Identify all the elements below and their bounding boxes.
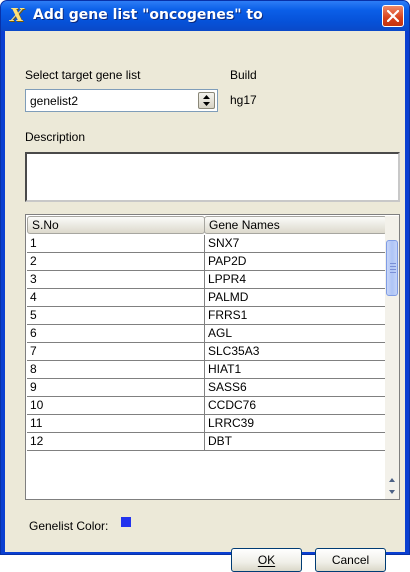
cell-gene-name: HIAT1 xyxy=(208,362,242,376)
target-gene-list-label: Select target gene list xyxy=(25,68,141,82)
table-row[interactable]: 11 LRRC39 xyxy=(27,415,387,433)
dialog-body: Select target gene list Build genelist2 … xyxy=(5,31,405,572)
table-row[interactable]: 4 PALMD xyxy=(27,289,387,307)
cell-sno: 4 xyxy=(27,289,205,306)
table-body: 1 SNX7 2 PAP2D 3 LPPR4 4 PALMD 5 FRRS1 6 AGL 7 SLC35A… xyxy=(27,235,387,451)
genelist-color-swatch[interactable] xyxy=(121,517,131,527)
cell-sno: 9 xyxy=(27,379,205,396)
cell-gene-name: SLC35A3 xyxy=(208,344,260,358)
ok-button[interactable]: OK xyxy=(231,548,302,572)
cell-sno: 8 xyxy=(27,361,205,378)
table-row[interactable]: 1 SNX7 xyxy=(27,235,387,253)
table-row[interactable]: 10 CCDC76 xyxy=(27,397,387,415)
table-row[interactable]: 8 HIAT1 xyxy=(27,361,387,379)
cell-sno: 2 xyxy=(27,253,205,270)
cell-gene-name: DBT xyxy=(208,434,232,448)
cell-gene-name: SNX7 xyxy=(208,236,240,250)
cell-sno: 1 xyxy=(27,235,205,252)
target-gene-list-value: genelist2 xyxy=(30,94,79,108)
build-label: Build xyxy=(230,68,257,82)
column-header-gene-names[interactable]: Gene Names xyxy=(204,216,387,234)
cancel-button[interactable]: Cancel xyxy=(315,548,386,572)
close-button[interactable] xyxy=(382,5,404,27)
description-label: Description xyxy=(25,130,86,144)
scroll-up-arrow-icon[interactable] xyxy=(386,474,398,486)
window-title: Add gene list "oncogenes" to xyxy=(33,7,263,23)
vertical-scrollbar[interactable] xyxy=(385,216,399,499)
cell-sno: 12 xyxy=(27,433,205,450)
scrollbar-thumb[interactable] xyxy=(386,240,398,296)
title-bar[interactable]: X Add gene list "oncogenes" to xyxy=(1,1,409,31)
cell-gene-name: SASS6 xyxy=(208,380,247,394)
cell-sno: 10 xyxy=(27,397,205,414)
table-row[interactable]: 6 AGL xyxy=(27,325,387,343)
cell-gene-name: LRRC39 xyxy=(208,416,255,430)
gene-table[interactable]: S.No Gene Names 1 SNX7 2 PAP2D 3 LPPR4 4 PALMD 5… xyxy=(25,214,400,500)
cell-sno: 7 xyxy=(27,343,205,360)
table-header: S.No Gene Names xyxy=(27,216,387,234)
column-header-sno[interactable]: S.No xyxy=(27,216,205,234)
table-row[interactable]: 12 DBT xyxy=(27,433,387,451)
genelist-color-label: Genelist Color: xyxy=(29,519,109,533)
close-icon xyxy=(387,10,399,22)
ok-button-label: OK xyxy=(257,553,276,567)
dialog-window: X Add gene list "oncogenes" to Select ta… xyxy=(0,0,410,572)
cell-sno: 6 xyxy=(27,325,205,342)
build-value: hg17 xyxy=(230,93,257,107)
cell-gene-name: LPPR4 xyxy=(208,272,247,286)
cell-gene-name: PAP2D xyxy=(208,254,247,268)
table-row[interactable]: 7 SLC35A3 xyxy=(27,343,387,361)
target-gene-list-select[interactable]: genelist2 xyxy=(25,89,218,112)
table-row[interactable]: 2 PAP2D xyxy=(27,253,387,271)
description-textarea[interactable] xyxy=(25,152,400,202)
cell-sno: 3 xyxy=(27,271,205,288)
spinner-arrows-icon[interactable] xyxy=(198,92,215,109)
app-x-icon: X xyxy=(10,5,24,26)
scroll-down-arrow-icon[interactable] xyxy=(386,486,398,498)
cell-gene-name: PALMD xyxy=(208,290,249,304)
table-row[interactable]: 9 SASS6 xyxy=(27,379,387,397)
cell-sno: 11 xyxy=(27,415,205,432)
cancel-button-label: Cancel xyxy=(331,553,370,567)
cell-sno: 5 xyxy=(27,307,205,324)
cell-gene-name: AGL xyxy=(208,326,233,340)
cell-gene-name: FRRS1 xyxy=(208,308,248,322)
table-row[interactable]: 3 LPPR4 xyxy=(27,271,387,289)
table-row[interactable]: 5 FRRS1 xyxy=(27,307,387,325)
cell-gene-name: CCDC76 xyxy=(208,398,257,412)
